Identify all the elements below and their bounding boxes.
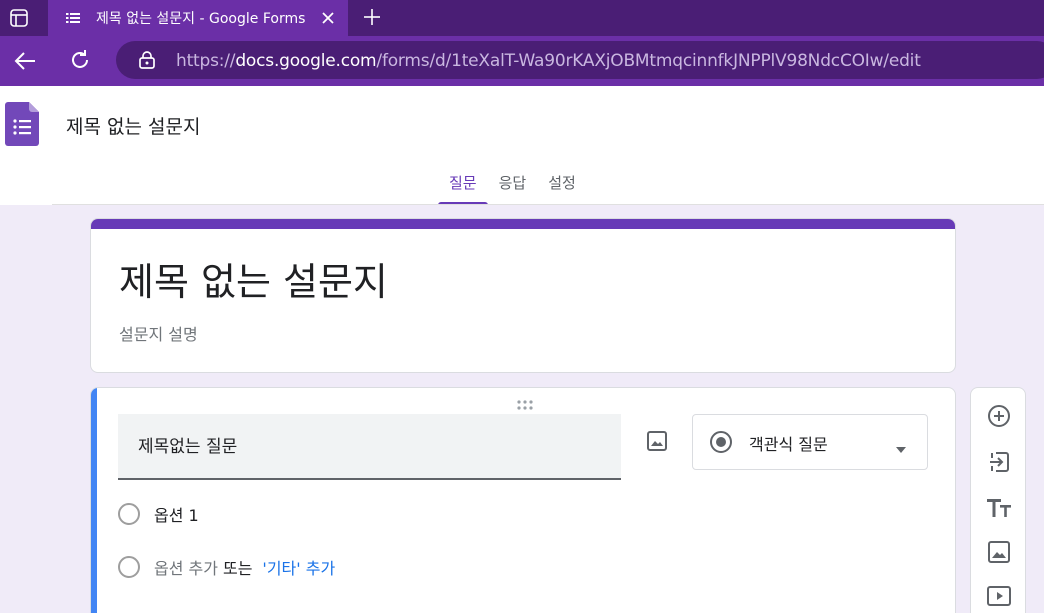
lock-icon[interactable] bbox=[138, 51, 156, 69]
question-title-input[interactable]: 제목없는 질문 bbox=[118, 414, 621, 480]
forms-favicon-icon bbox=[66, 11, 80, 25]
browser-tab-active[interactable]: 제목 없는 설문지 - Google Forms bbox=[48, 0, 348, 36]
add-video-icon[interactable] bbox=[985, 582, 1013, 610]
browser-toolbar: https://docs.google.com/forms/d/1teXalT-… bbox=[0, 36, 1044, 86]
form-tabs: 질문 응답 설정 bbox=[438, 170, 587, 205]
back-icon[interactable] bbox=[12, 48, 38, 74]
question-card[interactable]: 제목없는 질문 객관식 질문 옵션 1 옵션 추가 또는 '기타' 추가 bbox=[90, 387, 956, 613]
floating-toolbar bbox=[970, 387, 1026, 613]
add-other-button[interactable]: '기타' 추가 bbox=[262, 555, 335, 579]
close-tab-icon[interactable] bbox=[318, 8, 338, 28]
import-questions-icon[interactable] bbox=[985, 448, 1013, 476]
drag-handle-icon[interactable] bbox=[515, 396, 535, 410]
option-row[interactable]: 옵션 1 bbox=[118, 502, 199, 526]
tab-questions[interactable]: 질문 bbox=[438, 170, 488, 205]
add-question-icon[interactable] bbox=[985, 402, 1013, 430]
tab-title: 제목 없는 설문지 - Google Forms bbox=[96, 11, 306, 27]
or-text: 또는 bbox=[222, 559, 253, 578]
browser-tabstrip: 제목 없는 설문지 - Google Forms bbox=[0, 0, 1044, 36]
form-description-field[interactable]: 설문지 설명 bbox=[119, 321, 198, 345]
add-title-icon[interactable] bbox=[985, 494, 1013, 522]
option-radio bbox=[118, 556, 140, 578]
question-type-dropdown[interactable]: 객관식 질문 bbox=[692, 414, 928, 470]
tab-actions-icon[interactable] bbox=[8, 7, 30, 29]
form-title-card[interactable]: 제목 없는 설문지 설문지 설명 bbox=[90, 218, 956, 373]
question-focus-bar bbox=[91, 388, 97, 613]
option-radio bbox=[118, 503, 140, 525]
app-header: 제목 없는 설문지 질문 응답 설정 bbox=[0, 86, 1044, 205]
add-option-row: 옵션 추가 또는 '기타' 추가 bbox=[118, 555, 335, 579]
new-tab-icon[interactable] bbox=[360, 5, 384, 29]
option-label[interactable]: 옵션 1 bbox=[154, 502, 199, 526]
form-title[interactable]: 제목 없는 설문지 bbox=[119, 251, 388, 306]
add-option-button[interactable]: 옵션 추가 bbox=[154, 555, 218, 579]
url-text: https://docs.google.com/forms/d/1teXalT-… bbox=[176, 51, 921, 71]
reload-icon[interactable] bbox=[67, 47, 93, 73]
tab-responses[interactable]: 응답 bbox=[488, 170, 538, 205]
header-divider bbox=[52, 204, 1044, 205]
radio-button-icon bbox=[709, 430, 733, 454]
question-type-label: 객관식 질문 bbox=[749, 435, 828, 454]
insert-image-icon[interactable] bbox=[646, 430, 668, 452]
tab-settings[interactable]: 설정 bbox=[537, 170, 587, 205]
chevron-down-icon bbox=[895, 439, 907, 453]
address-bar[interactable]: https://docs.google.com/forms/d/1teXalT-… bbox=[116, 41, 1044, 79]
title-card-accent-bar bbox=[91, 219, 955, 229]
forms-logo-icon[interactable] bbox=[5, 102, 39, 146]
add-image-icon[interactable] bbox=[985, 538, 1013, 566]
document-title[interactable]: 제목 없는 설문지 bbox=[66, 112, 200, 139]
question-title-text: 제목없는 질문 bbox=[138, 437, 238, 457]
